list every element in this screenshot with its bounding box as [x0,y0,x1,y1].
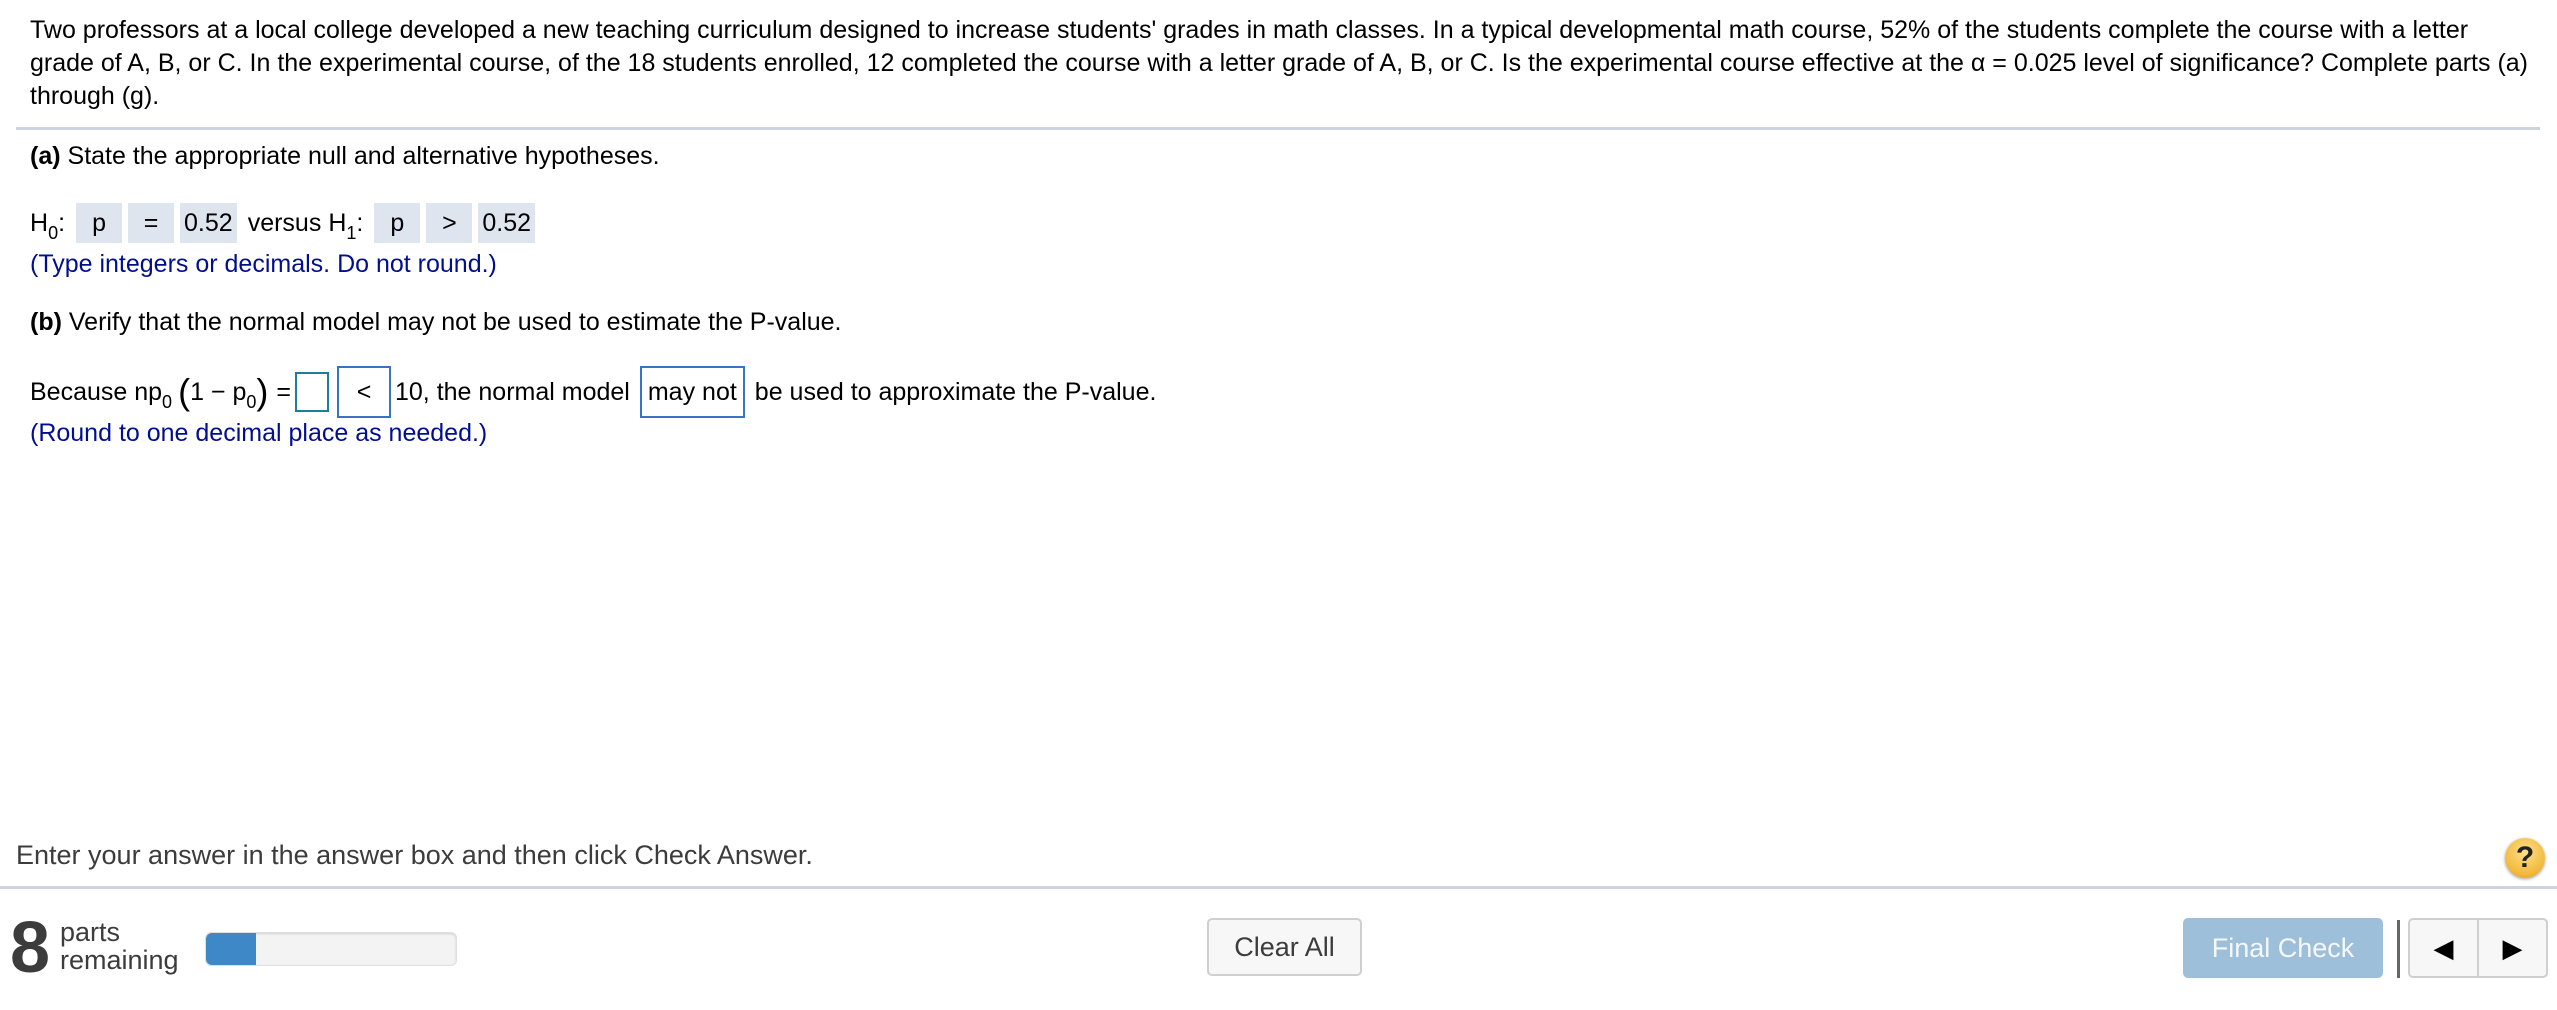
part-a-prompt: (a) State the appropriate null and alter… [30,142,660,171]
final-check-button[interactable]: Final Check [2183,918,2383,978]
h1-label: H1: [328,208,364,243]
hypotheses-row: H0: p = 0.52 versus H1: p > 0.52 [30,203,538,243]
parts-remaining-count: 8 [10,908,51,988]
part-b-prompt: (b) Verify that the normal model may not… [30,308,842,337]
h1-relation-dropdown[interactable]: > [426,203,473,243]
parts-label-line1: parts [60,917,121,947]
part-a-label: (a) [30,142,61,170]
parts-label-line2: remaining [60,945,179,975]
triangle-left-icon: ◀ [2433,932,2454,963]
open-paren: ( [178,371,191,412]
model-choice-dropdown[interactable]: may not [639,366,745,418]
equals-sign: = [276,377,291,406]
progress-fill [206,933,256,965]
triangle-right-icon: ▶ [2502,932,2523,963]
previous-button[interactable]: ◀ [2410,920,2477,976]
question-text: Two professors at a local college develo… [30,16,2528,110]
instruction-text: Enter your answer in the answer box and … [16,840,813,870]
one-minus-p0: 1 − p0 [190,377,257,412]
part-b-text: Verify that the normal model may not be … [68,308,842,336]
divider [16,127,2540,130]
versus-text: versus [247,208,322,237]
h0-value-field[interactable]: 0.52 [180,203,237,243]
tail-text: be used to approximate the P-value. [754,377,1157,406]
formula-text: Because np0 [30,377,173,412]
question-nav: ◀ ▶ [2408,918,2548,978]
comparison-dropdown[interactable]: < [337,366,391,418]
clear-all-button[interactable]: Clear All [1207,918,1362,976]
part-b-label: (b) [30,308,62,336]
normal-check-row: Because np0 ( 1 − p0 ) = < 10, the norma… [30,366,1156,418]
help-icon[interactable]: ? [2505,838,2545,878]
after-comparison-text: 10, the normal model [395,377,630,406]
next-button[interactable]: ▶ [2477,920,2546,976]
progress-bar [205,932,457,966]
part-b-hint: (Round to one decimal place as needed.) [30,419,488,447]
parts-remaining-label: parts remaining [60,918,179,974]
h0-relation-dropdown[interactable]: = [128,203,175,243]
np-answer-input[interactable] [295,372,329,412]
close-paren: ) [256,371,269,412]
part-a-hint: (Type integers or decimals. Do not round… [30,250,497,278]
h1-value-field[interactable]: 0.52 [478,203,536,243]
nav-separator [2397,920,2400,978]
part-a-text: State the appropriate null and alternati… [67,142,660,170]
h1-parameter-field[interactable]: p [374,203,421,243]
h0-label: H0: [30,208,66,243]
h0-parameter-field[interactable]: p [76,203,123,243]
footer-divider [0,886,2557,889]
